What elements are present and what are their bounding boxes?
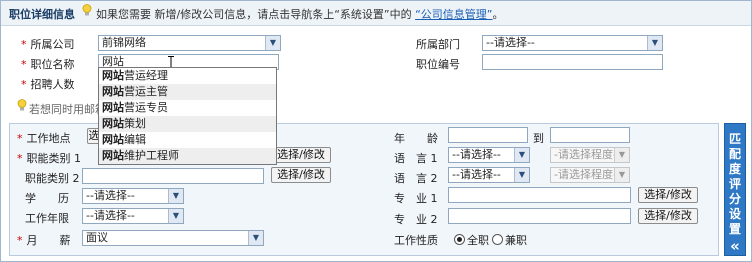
department-label: 所属部门 (416, 38, 460, 51)
autocomplete-item[interactable]: 网站营运专员 (99, 100, 276, 116)
language2-select[interactable]: --请选择-- ▼ (448, 167, 530, 183)
chevron-down-icon: ▼ (265, 36, 280, 50)
chevron-down-icon: ▼ (614, 148, 629, 162)
education-select[interactable]: --请选择-- ▼ (82, 188, 184, 204)
language2-label: 语 言 2 (394, 172, 438, 185)
chevron-down-icon: ▼ (647, 36, 662, 50)
header-tip-end: 。 (492, 8, 504, 21)
department-select[interactable]: --请选择-- ▼ (482, 35, 663, 51)
autocomplete-item[interactable]: 网站营运主管 (99, 84, 276, 100)
autocomplete-item[interactable]: 网站策划 (99, 116, 276, 132)
autocomplete-item[interactable]: 网站营运经理 (99, 68, 276, 84)
major2-label: 专 业 2 (394, 213, 438, 226)
company-select[interactable]: 前锦网络 ▼ (98, 35, 281, 51)
side-tab-char: 分 (728, 192, 741, 206)
side-tab-char: 置 (728, 222, 741, 236)
chevron-down-icon: ▼ (514, 168, 529, 182)
language1-select[interactable]: --请选择-- ▼ (448, 147, 530, 163)
side-tab-char: 配 (728, 147, 741, 161)
radio-unchecked-icon (492, 234, 503, 245)
side-tab-char: 匹 (728, 132, 741, 146)
job-detail-panel: 职位详细信息 如果您需要 新增/修改公司信息，请点击导航条上“系统设置”中的 “… (0, 0, 752, 262)
education-label: 学 历 (25, 192, 69, 205)
major1-input[interactable] (448, 187, 631, 203)
func2-select-button[interactable]: 选择/修改 (271, 167, 331, 183)
position-code-label: 职位编号 (416, 58, 460, 71)
headcount-label: * 招聘人数 (21, 78, 75, 91)
header-tip-text: 如果您需要 新增/修改公司信息，请点击导航条上“系统设置”中的 (96, 8, 412, 21)
double-chevron-left-icon: « (730, 237, 740, 255)
department-select-value: --请选择-- (486, 36, 535, 49)
job-type-label: 工作性质 (394, 234, 438, 247)
age-from-input[interactable] (448, 127, 528, 143)
age-to-label: 到 (533, 132, 544, 145)
company-info-link[interactable]: “公司信息管理” (415, 8, 492, 21)
lightbulb-icon (17, 99, 27, 111)
autocomplete-item[interactable]: 网站编辑 (99, 132, 276, 148)
position-code-input[interactable] (482, 54, 663, 70)
lightbulb-icon (82, 4, 92, 16)
header-tip: 如果您需要 新增/修改公司信息，请点击导航条上“系统设置”中的 “公司信息管理”… (96, 6, 504, 22)
section-title: 职位详细信息 (9, 8, 75, 21)
radio-checked-icon (454, 234, 465, 245)
salary-select[interactable]: 面议 ▼ (82, 230, 264, 246)
chevron-down-icon: ▼ (248, 231, 263, 245)
func2-input[interactable] (82, 168, 264, 184)
major2-select-button[interactable]: 选择/修改 (638, 208, 698, 224)
language1-label: 语 言 1 (394, 152, 438, 165)
language1-level-select[interactable]: -请选择程度- ▼ (550, 147, 630, 163)
side-tab-char: 评 (728, 177, 741, 191)
func2-label: 职能类别 2 (25, 172, 80, 185)
side-tab-char: 设 (728, 207, 741, 221)
chevron-down-icon: ▼ (168, 209, 183, 223)
func1-label: * 职能类别 1 (17, 152, 81, 165)
position-autocomplete: 网站营运经理 网站营运主管 网站营运专员 网站策划 网站编辑 网站维护工程师 (98, 67, 277, 165)
chevron-down-icon: ▼ (168, 189, 183, 203)
parttime-radio[interactable]: 兼职 (492, 232, 527, 248)
fulltime-radio[interactable]: 全职 (454, 232, 489, 248)
experience-select[interactable]: --请选择-- ▼ (82, 208, 184, 224)
language2-level-select[interactable]: -请选择程度- ▼ (550, 167, 630, 183)
mail-tip: 若想同时用邮箱 (29, 103, 106, 116)
company-label: * 所属公司 (21, 38, 75, 51)
major2-input[interactable] (448, 208, 631, 224)
work-place-label: * 工作地点 (17, 132, 71, 145)
chevron-down-icon: ▼ (614, 168, 629, 182)
func1-select-button[interactable]: 选择/修改 (271, 147, 331, 163)
major1-label: 专 业 1 (394, 192, 438, 205)
side-tab-char: 度 (728, 162, 741, 176)
company-select-value: 前锦网络 (102, 36, 146, 49)
age-to-input[interactable] (550, 127, 630, 143)
autocomplete-item[interactable]: 网站维护工程师 (99, 148, 276, 164)
experience-label: 工作年限 (25, 212, 69, 225)
match-score-settings-tab[interactable]: 匹 配 度 评 分 设 置 « (724, 123, 746, 256)
age-label: 年 龄 (394, 132, 438, 145)
major1-select-button[interactable]: 选择/修改 (638, 187, 698, 203)
salary-label: * 月 薪 (17, 234, 71, 247)
section-header: 职位详细信息 如果您需要 新增/修改公司信息，请点击导航条上“系统设置”中的 “… (1, 1, 751, 26)
position-name-label: * 职位名称 (21, 58, 75, 71)
chevron-down-icon: ▼ (514, 148, 529, 162)
